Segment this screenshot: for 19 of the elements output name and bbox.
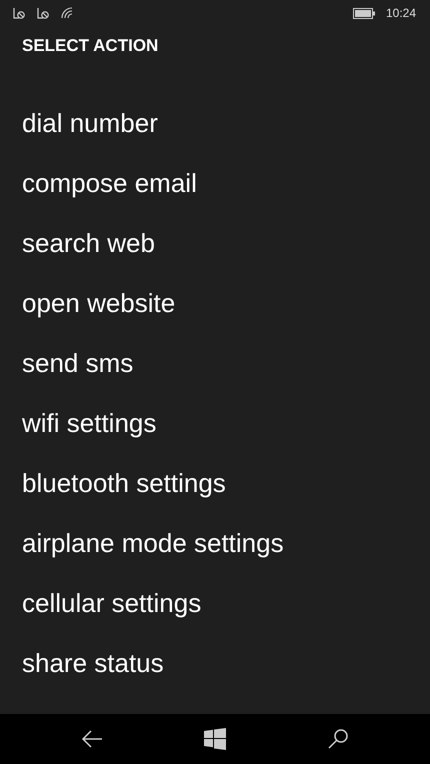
action-item[interactable]: share status bbox=[0, 633, 430, 693]
sim-card-icon bbox=[36, 6, 50, 20]
action-item[interactable]: open website bbox=[0, 273, 430, 333]
action-item[interactable]: wifi settings bbox=[0, 393, 430, 453]
sim-card-icon bbox=[12, 6, 26, 20]
search-icon[interactable] bbox=[326, 727, 350, 751]
windows-logo-icon[interactable] bbox=[204, 728, 226, 750]
action-item[interactable]: bluetooth settings bbox=[0, 453, 430, 513]
action-item[interactable]: dial number bbox=[0, 93, 430, 153]
action-item[interactable]: airplane mode settings bbox=[0, 513, 430, 573]
action-item[interactable]: search web bbox=[0, 213, 430, 273]
wifi-icon bbox=[60, 6, 74, 20]
action-item[interactable]: compose email bbox=[0, 153, 430, 213]
page-title: SELECT ACTION bbox=[21, 35, 160, 57]
action-item[interactable]: send sms bbox=[0, 333, 430, 393]
action-item[interactable]: cellular settings bbox=[0, 573, 430, 633]
battery-icon bbox=[352, 8, 375, 18]
back-icon[interactable] bbox=[80, 729, 104, 749]
clock-time: 10:24 bbox=[386, 6, 416, 20]
